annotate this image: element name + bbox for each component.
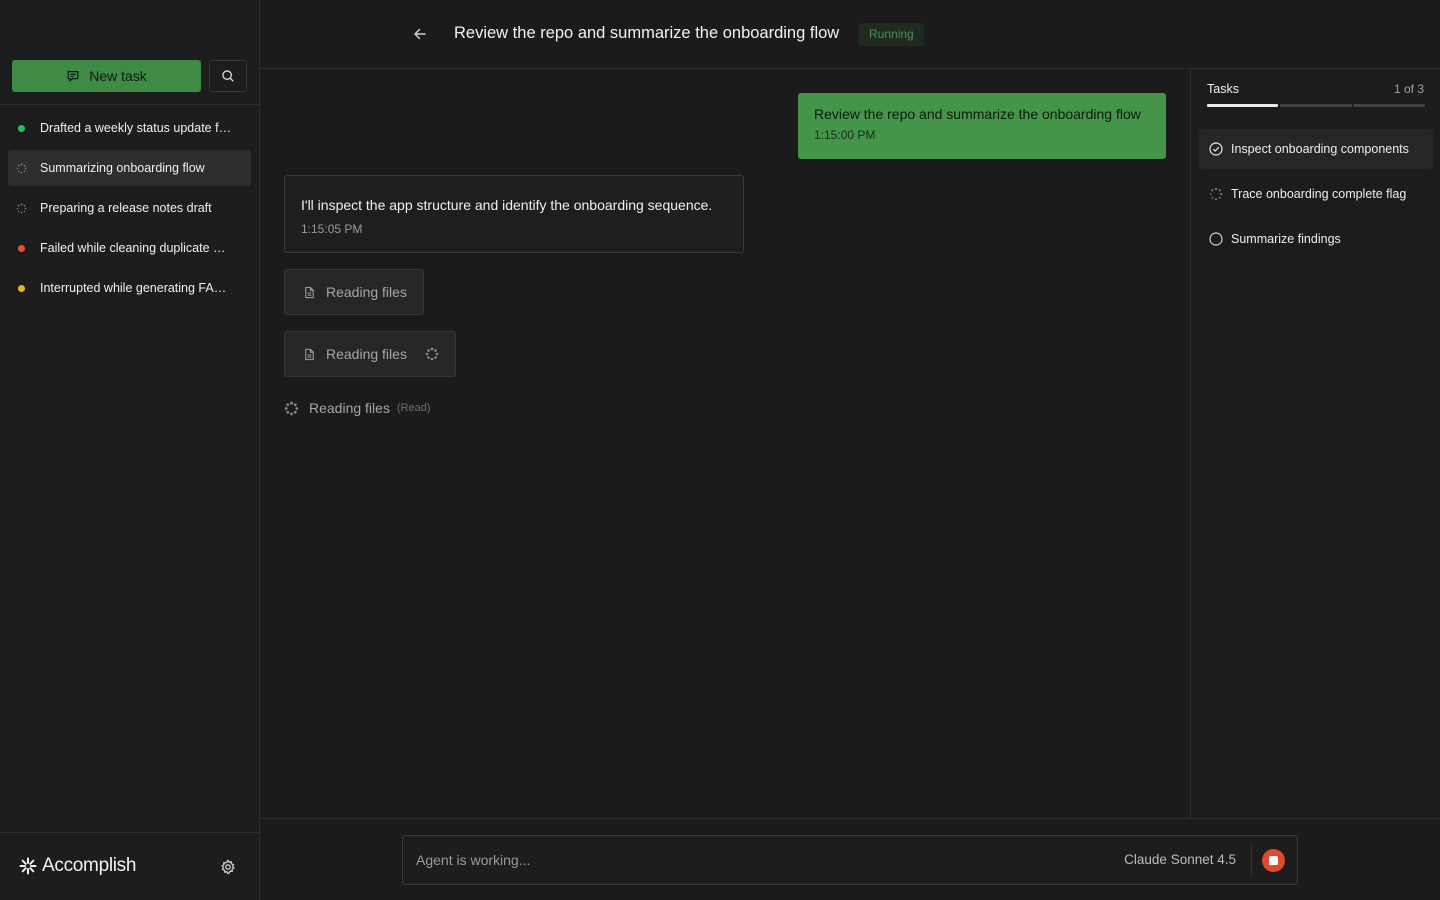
tool-call-label: Reading files [326, 346, 407, 362]
search-button[interactable] [209, 60, 247, 92]
stop-icon [1269, 856, 1278, 865]
task-history-label: Summarizing onboarding flow [40, 161, 205, 175]
brand-logo: Accomplish [18, 855, 136, 877]
status-badge: Running [859, 23, 924, 46]
tasks-progress-bar [1207, 104, 1425, 107]
sidebar: New task Drafted a weekly status update … [0, 0, 260, 900]
settings-gear-icon[interactable] [220, 859, 236, 875]
agent-message-text: I'll inspect the app structure and ident… [301, 197, 713, 213]
file-icon [305, 286, 314, 298]
chat-thread: Review the repo and summarize the onboar… [260, 69, 1190, 818]
status-dot-failed [18, 245, 25, 252]
model-selector[interactable]: Claude Sonnet 4.5 [1124, 852, 1236, 867]
todo-item-label: Trace onboarding complete flag [1231, 187, 1407, 201]
tasks-count: 1 of 3 [1393, 82, 1424, 96]
app-window: New task Drafted a weekly status update … [0, 0, 1440, 900]
todo-item-pending[interactable]: Summarize findings [1199, 219, 1433, 259]
task-history-item-active[interactable]: Summarizing onboarding flow [8, 150, 251, 186]
task-history-label: Preparing a release notes draft [40, 201, 212, 215]
chat-bubble-icon [67, 71, 79, 83]
tool-call-card-running[interactable]: Reading files [284, 331, 456, 377]
stop-button[interactable] [1262, 849, 1285, 872]
task-history-list: Drafted a weekly status update for the t… [0, 110, 259, 310]
tool-call-card[interactable]: Reading files [284, 269, 424, 315]
message-input[interactable]: Agent is working... Claude Sonnet 4.5 [402, 835, 1298, 885]
task-header: Review the repo and summarize the onboar… [260, 0, 1440, 69]
divider [1251, 844, 1252, 876]
check-circle-icon [1209, 142, 1223, 156]
agent-message-time: 1:15:05 PM [301, 222, 363, 236]
empty-circle-icon [1209, 232, 1223, 246]
task-history-item[interactable]: Failed while cleaning duplicate entries [8, 230, 251, 266]
user-message-text: Review the repo and summarize the onboar… [814, 106, 1141, 122]
composer-bar: Agent is working... Claude Sonnet 4.5 [260, 818, 1440, 900]
brand-name: Accomplish [42, 855, 137, 876]
task-history-item[interactable]: Drafted a weekly status update for the t… [8, 110, 251, 146]
tool-activity-line: Reading files (Read) [284, 400, 431, 416]
new-task-button[interactable]: New task [12, 60, 201, 92]
spinner-icon [16, 203, 27, 214]
search-icon [222, 70, 234, 82]
task-history-label: Interrupted while generating FAQ answers [40, 281, 232, 295]
todo-item-done[interactable]: Inspect onboarding components [1199, 129, 1433, 169]
progress-segment [1353, 104, 1425, 107]
sidebar-footer: Accomplish [0, 832, 259, 900]
status-dot-interrupted [18, 285, 25, 292]
task-history-item[interactable]: Interrupted while generating FAQ answers [8, 270, 251, 306]
status-dot-completed [18, 125, 25, 132]
task-history-label: Failed while cleaning duplicate entries [40, 241, 232, 255]
progress-segment-done [1207, 104, 1279, 107]
todo-item-label: Summarize findings [1231, 232, 1341, 246]
todo-item-label: Inspect onboarding components [1231, 142, 1409, 156]
spinner-icon [16, 163, 27, 174]
todo-item-in-progress[interactable]: Trace onboarding complete flag [1199, 174, 1433, 214]
tool-activity-detail: (Read) [396, 402, 431, 414]
tasks-panel: Tasks 1 of 3 Inspect onboarding componen… [1190, 69, 1440, 818]
loading-spinner-icon [425, 347, 439, 361]
task-history-item[interactable]: Preparing a release notes draft [8, 190, 251, 226]
back-arrow-icon[interactable] [410, 24, 430, 44]
tasks-panel-title: Tasks [1207, 82, 1239, 96]
spinner-icon [1210, 187, 1223, 201]
accomplish-logo-icon [19, 857, 37, 875]
task-history-label: Drafted a weekly status update for the t… [40, 121, 232, 135]
user-message-time: 1:15:00 PM [814, 128, 876, 142]
new-task-label: New task [89, 68, 147, 84]
tool-call-label: Reading files [326, 284, 407, 300]
user-message: Review the repo and summarize the onboar… [798, 93, 1166, 159]
progress-segment [1280, 104, 1352, 107]
message-input-placeholder: Agent is working... [416, 852, 531, 868]
agent-message: I'll inspect the app structure and ident… [284, 175, 744, 253]
tool-activity-label: Reading files [309, 400, 390, 416]
file-icon [305, 348, 314, 360]
page-title: Review the repo and summarize the onboar… [454, 24, 840, 42]
sidebar-header: New task [0, 0, 259, 105]
loading-spinner-icon [284, 401, 299, 415]
